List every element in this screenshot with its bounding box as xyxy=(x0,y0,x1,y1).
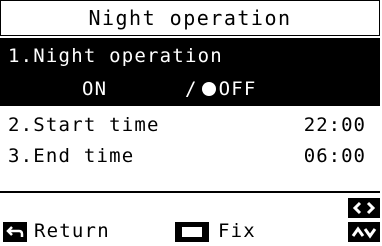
option-off[interactable]: / OFF xyxy=(185,78,257,100)
page-title: Night operation xyxy=(0,0,380,36)
end-time-value: 06:00 xyxy=(303,145,366,167)
remote-controller-screen: Night operation 1.Night operation ON / O… xyxy=(0,0,382,246)
return-arrow-icon[interactable] xyxy=(3,222,27,242)
left-right-arrows-icon[interactable] xyxy=(348,198,380,218)
night-operation-options[interactable]: ON / OFF xyxy=(0,72,380,106)
page-title-text: Night operation xyxy=(88,6,292,30)
option-off-label: OFF xyxy=(218,78,257,100)
menu-item-start-time[interactable]: 2.Start time 22:00 xyxy=(0,108,380,142)
menu-item-night-operation[interactable]: 1.Night operation xyxy=(0,38,380,73)
option-separator: / xyxy=(185,78,198,100)
return-label[interactable]: Return xyxy=(34,220,110,242)
start-time-value: 22:00 xyxy=(303,114,366,136)
fix-label[interactable]: Fix xyxy=(218,220,256,242)
menu-item-label: 3.End time xyxy=(8,145,135,167)
fix-square-icon[interactable] xyxy=(175,222,209,242)
up-down-arrows-icon[interactable] xyxy=(348,222,380,242)
selected-dot-icon xyxy=(201,82,216,96)
footer: Return Fix xyxy=(0,218,382,246)
option-on[interactable]: ON xyxy=(82,78,107,100)
divider xyxy=(0,191,380,193)
fix-square-inner xyxy=(182,227,202,237)
menu-item-label: 1.Night operation xyxy=(8,44,223,67)
menu-item-label: 2.Start time xyxy=(8,114,160,136)
menu-item-end-time[interactable]: 3.End time 06:00 xyxy=(0,139,380,173)
